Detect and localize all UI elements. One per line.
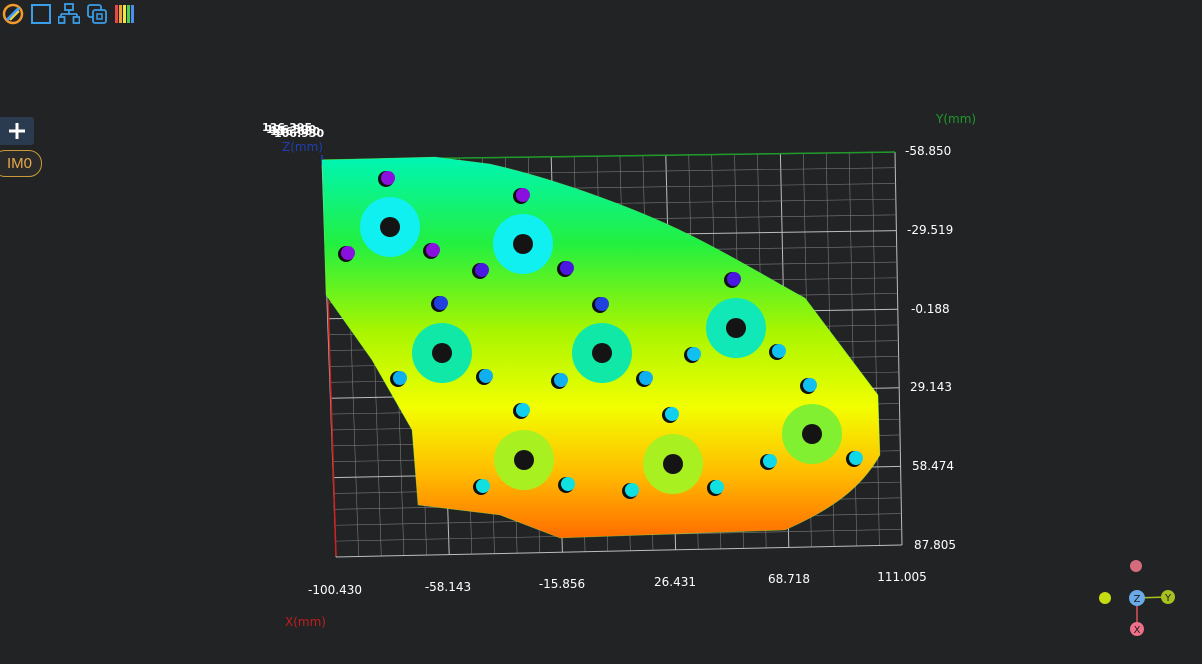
small-hole: [687, 347, 701, 361]
x-tick: 68.718: [768, 572, 810, 586]
boss-hole: [802, 424, 822, 444]
x-axis-title: X(mm): [285, 615, 326, 629]
small-hole: [479, 369, 493, 383]
y-tick: -0.188: [911, 302, 950, 316]
small-hole: [849, 451, 863, 465]
boss-hole: [592, 343, 612, 363]
y-tick: -29.519: [907, 223, 953, 237]
x-tick-labels: -100.430 -58.143 -15.856 26.431 68.718 1…: [308, 570, 927, 597]
small-hole: [516, 403, 530, 417]
small-hole: [426, 243, 440, 257]
z-axis-title: Z(mm): [282, 140, 323, 154]
small-hole: [560, 261, 574, 275]
z-tick: 106.950: [274, 127, 324, 140]
y-tick-labels: -58.850 -29.519 -0.188 29.143 58.474 87.…: [905, 144, 956, 552]
small-hole: [516, 188, 530, 202]
gizmo-z-label: Z: [1134, 594, 1141, 605]
y-tick: 58.474: [912, 459, 954, 473]
x-tick: 111.005: [877, 570, 927, 584]
z-tick-labels: 136.395 126.500 116.680 106.950: [262, 121, 324, 140]
small-hole: [475, 263, 489, 277]
gizmo-neg-x-dot: [1130, 560, 1142, 572]
boss-hole: [380, 217, 400, 237]
small-hole: [625, 483, 639, 497]
small-hole: [381, 171, 395, 185]
y-tick: -58.850: [905, 144, 951, 158]
small-hole: [561, 477, 575, 491]
small-hole: [476, 479, 490, 493]
small-hole: [639, 371, 653, 385]
x-tick: -100.430: [308, 583, 362, 597]
x-axis-line: [327, 299, 337, 557]
y-tick: 29.143: [910, 380, 952, 394]
small-hole: [763, 454, 777, 468]
point-cloud-viewport[interactable]: IM0 -100.430 -58.143 -15.856 26.431 68.7…: [0, 0, 1202, 664]
point-cloud-plot[interactable]: -100.430 -58.143 -15.856 26.431 68.718 1…: [0, 0, 1202, 664]
boss-hole: [726, 318, 746, 338]
gizmo-neg-y-dot: [1099, 592, 1111, 604]
grid-line: [871, 152, 880, 546]
y-tick: 87.805: [914, 538, 956, 552]
boss-hole: [514, 450, 534, 470]
y-axis-title: Y(mm): [935, 112, 976, 126]
boss-hole: [663, 454, 683, 474]
small-hole: [803, 378, 817, 392]
grid-line: [894, 151, 903, 546]
small-hole: [434, 296, 448, 310]
gizmo-y-label: Y: [1164, 593, 1172, 604]
x-tick: -58.143: [425, 580, 471, 594]
small-hole: [554, 373, 568, 387]
small-hole: [393, 371, 407, 385]
orientation-gizmo[interactable]: Y X Z: [1099, 560, 1175, 636]
x-tick: 26.431: [654, 575, 696, 589]
small-hole: [665, 407, 679, 421]
small-hole: [595, 297, 609, 311]
small-hole: [710, 480, 724, 494]
boss-hole: [432, 343, 452, 363]
gizmo-x-label: X: [1134, 625, 1141, 636]
grid-line: [335, 544, 903, 558]
boss-hole: [513, 234, 533, 254]
small-hole: [772, 344, 786, 358]
small-hole: [341, 246, 355, 260]
x-tick: -15.856: [539, 577, 585, 591]
small-hole: [727, 272, 741, 286]
